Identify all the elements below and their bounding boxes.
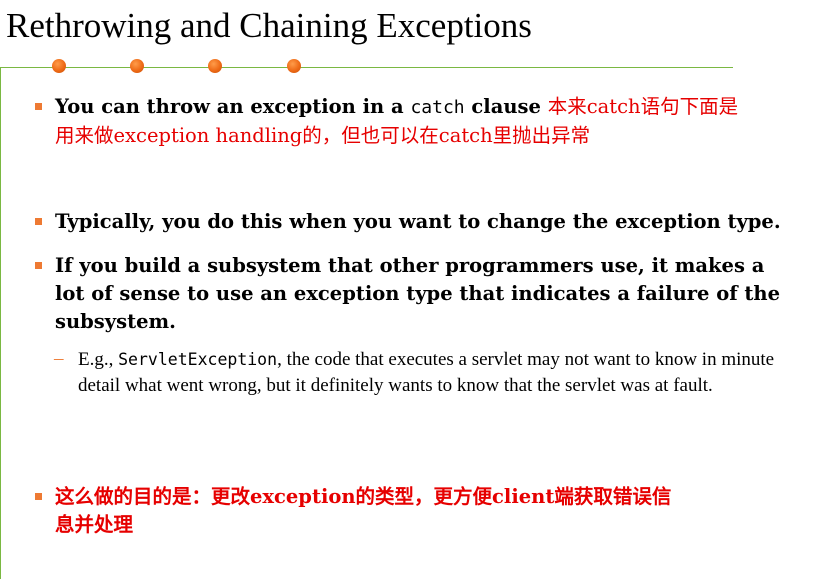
code-class-name: ServletException (118, 350, 278, 369)
bullet-text-tail: clause (464, 95, 548, 118)
code-keyword: catch (410, 97, 465, 118)
chinese-note-line2: 用来做exception handling的，但也可以在catch里抛出异常 (55, 124, 591, 147)
chinese-note: 本来catch语句下面是 (547, 95, 739, 118)
bullet-text: You can throw an exception in a (55, 95, 411, 118)
sub-bullet-servlet-example: – E.g., ServletException, the code that … (54, 347, 783, 399)
bullet-chinese-purpose: 这么做的目的是：更改exception的类型，更方便client端获取错误信 息并… (35, 483, 795, 539)
left-border-line (0, 67, 1, 579)
decorative-dot-4 (287, 59, 301, 73)
sub-bullet-dash: – (54, 348, 64, 369)
bullet-change-type: Typically, you do this when you want to … (35, 208, 795, 236)
bullet-text: Typically, you do this when you want to … (55, 210, 781, 233)
chinese-bullet-text-line2: 息并处理 (55, 513, 134, 536)
bullet-subsystem: If you build a subsystem that other prog… (35, 252, 795, 336)
chinese-bullet-text: 这么做的目的是：更改exception的类型，更方便client端获取错误信 (55, 485, 672, 508)
slide-title: Rethrowing and Chaining Exceptions (6, 6, 532, 45)
decorative-dot-2 (130, 59, 144, 73)
decorative-dot-3 (208, 59, 222, 73)
bullet-throw-in-catch: You can throw an exception in a catch cl… (35, 93, 795, 150)
title-divider-line (0, 67, 733, 68)
decorative-dot-1 (52, 59, 66, 73)
bullet-text: If you build a subsystem that other prog… (55, 254, 781, 333)
sub-bullet-prefix: E.g., (78, 349, 119, 370)
